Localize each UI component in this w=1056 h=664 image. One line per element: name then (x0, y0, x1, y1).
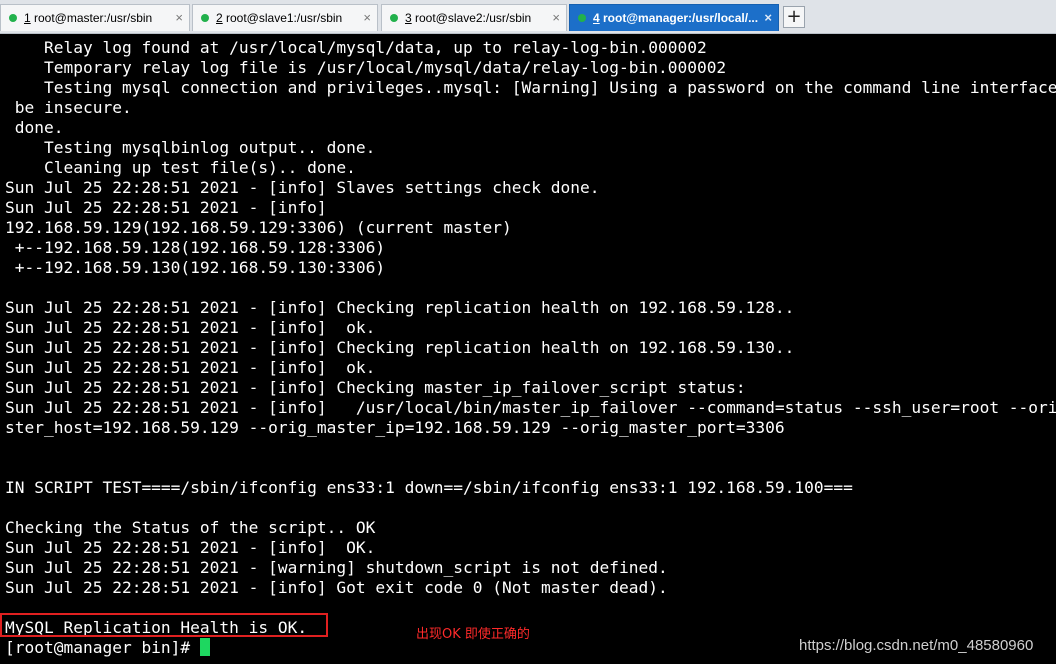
tab-manager[interactable]: 4 root@manager:/usr/local/... × (569, 4, 779, 31)
tab-slave2[interactable]: 3 root@slave2:/usr/sbin × (381, 4, 567, 31)
tab-number: 3 (405, 11, 412, 25)
terminal-line: +--192.168.59.130(192.168.59.130:3306) (5, 258, 386, 277)
terminal-line: Checking the Status of the script.. OK (5, 518, 376, 537)
terminal-line: Sun Jul 25 22:28:51 2021 - [info] ok. (5, 318, 376, 337)
prompt-text: [root@manager bin]# (5, 638, 200, 657)
terminal-line: be insecure. (5, 98, 132, 117)
close-icon[interactable]: × (764, 5, 772, 31)
terminal-line: Sun Jul 25 22:28:51 2021 - [info] Slaves… (5, 178, 600, 197)
tab-master[interactable]: 1 root@master:/usr/sbin × (0, 4, 190, 31)
terminal-line: Relay log found at /usr/local/mysql/data… (5, 38, 707, 57)
terminal-line: Sun Jul 25 22:28:51 2021 - [info] OK. (5, 538, 376, 557)
add-tab-button[interactable]: + (783, 6, 805, 28)
text-cursor (199, 638, 210, 656)
connection-status-icon (390, 14, 398, 22)
terminal-line: Sun Jul 25 22:28:51 2021 - [info] Checki… (5, 338, 795, 357)
close-icon[interactable]: × (363, 5, 371, 31)
terminal-line: ster_host=192.168.59.129 --orig_master_i… (5, 418, 785, 437)
terminal-line: Testing mysqlbinlog output.. done. (5, 138, 376, 157)
terminal-line: Sun Jul 25 22:28:51 2021 - [info] Checki… (5, 378, 746, 397)
terminal-line: done. (5, 118, 64, 137)
terminal-line: Sun Jul 25 22:28:51 2021 - [info] (5, 198, 327, 217)
tab-number: 1 (24, 11, 31, 25)
terminal-line: IN SCRIPT TEST====/sbin/ifconfig ens33:1… (5, 478, 853, 497)
terminal-line: Sun Jul 25 22:28:51 2021 - [info] ok. (5, 358, 376, 377)
tab-title: root@slave2:/usr/sbin (415, 11, 532, 25)
connection-status-icon (9, 14, 17, 22)
watermark: https://blog.csdn.net/m0_48580960 (799, 637, 1034, 654)
close-icon[interactable]: × (175, 5, 183, 31)
tab-title: root@manager:/usr/local/... (603, 11, 759, 25)
close-icon[interactable]: × (552, 5, 560, 31)
terminal-line: Testing mysql connection and privileges.… (5, 78, 1056, 97)
terminal-line: +--192.168.59.128(192.168.59.128:3306) (5, 238, 386, 257)
highlight-box (0, 613, 328, 637)
terminal-line: Temporary relay log file is /usr/local/m… (5, 58, 727, 77)
terminal-line: Sun Jul 25 22:28:51 2021 - [info] /usr/l… (5, 398, 1056, 417)
terminal-line: Sun Jul 25 22:28:51 2021 - [warning] shu… (5, 558, 668, 577)
terminal-line: Sun Jul 25 22:28:51 2021 - [info] Got ex… (5, 578, 668, 597)
terminal-line: 192.168.59.129(192.168.59.129:3306) (cur… (5, 218, 512, 237)
tab-number: 4 (593, 11, 600, 25)
annotation-note: 出现OK 即使正确的 (416, 627, 530, 642)
connection-status-icon (201, 14, 209, 22)
connection-status-icon (578, 14, 586, 22)
terminal-line: Sun Jul 25 22:28:51 2021 - [info] Checki… (5, 298, 795, 317)
tab-slave1[interactable]: 2 root@slave1:/usr/sbin × (192, 4, 378, 31)
tab-number: 2 (216, 11, 223, 25)
tab-bar: 1 root@master:/usr/sbin × 2 root@slave1:… (0, 0, 1056, 34)
tab-title: root@slave1:/usr/sbin (226, 11, 343, 25)
tab-title: root@master:/usr/sbin (34, 11, 153, 25)
terminal-line: Cleaning up test file(s).. done. (5, 158, 356, 177)
command-prompt[interactable]: [root@manager bin]# (5, 638, 210, 658)
terminal-output[interactable]: Relay log found at /usr/local/mysql/data… (0, 34, 1056, 664)
